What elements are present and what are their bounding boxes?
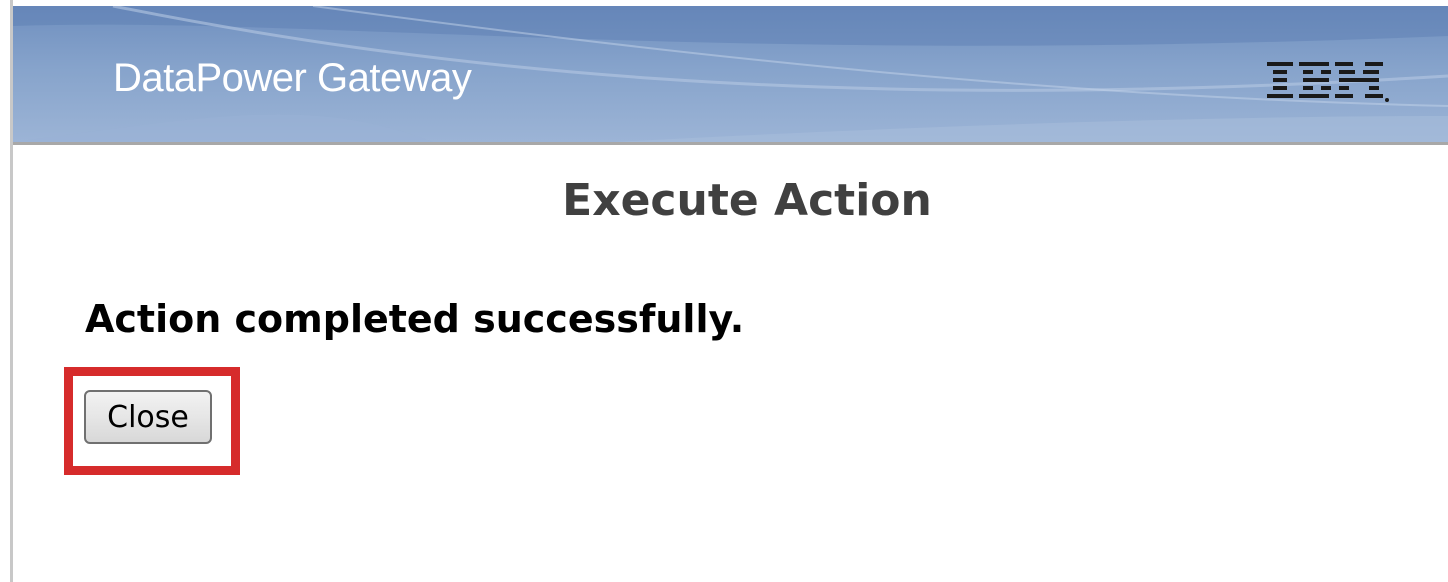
header-banner: DataPower Gateway xyxy=(13,6,1448,145)
ibm-logo-icon xyxy=(1267,62,1389,102)
dialog-content: Execute Action Action completed successf… xyxy=(13,145,1448,582)
window-left-edge xyxy=(0,0,10,582)
page-title: Execute Action xyxy=(562,175,932,226)
status-message: Action completed successfully. xyxy=(85,297,745,341)
close-button[interactable]: Close xyxy=(84,390,212,444)
dialog-page: DataPower Gateway Execute Action Action … xyxy=(0,0,1448,582)
app-title: DataPower Gateway xyxy=(113,56,472,100)
